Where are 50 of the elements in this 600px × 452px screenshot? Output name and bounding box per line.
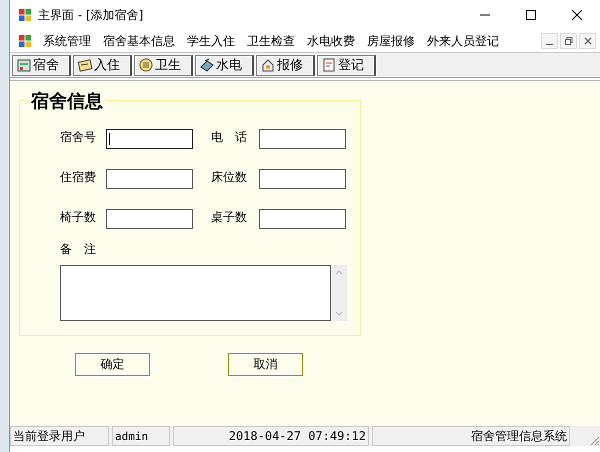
scrollbar[interactable] bbox=[331, 265, 347, 321]
field-label: 桌子数 bbox=[211, 209, 248, 226]
toolbar-button[interactable]: 卫生 bbox=[134, 54, 193, 76]
menu-item[interactable]: 外来人员登记 bbox=[422, 31, 504, 51]
toolbar-button[interactable]: 水电 bbox=[195, 54, 254, 76]
resize-grip-icon[interactable] bbox=[588, 434, 600, 446]
close-icon bbox=[582, 36, 592, 46]
close-icon bbox=[572, 10, 582, 20]
menu-item[interactable]: 卫生检查 bbox=[242, 31, 300, 51]
toolbar-button[interactable]: 宿舍 bbox=[12, 54, 71, 76]
toolbar-button[interactable]: 报修 bbox=[256, 54, 315, 76]
card-icon bbox=[77, 57, 93, 73]
minimize-button[interactable] bbox=[541, 33, 558, 49]
menu-item[interactable]: 水电收费 bbox=[302, 31, 360, 51]
app-icon bbox=[18, 34, 32, 48]
menu-item[interactable]: 学生入住 bbox=[182, 31, 240, 51]
field-label: 宿舍号 bbox=[60, 129, 97, 146]
input-field[interactable] bbox=[106, 169, 193, 189]
input-field[interactable] bbox=[259, 169, 346, 189]
house-icon bbox=[260, 57, 276, 73]
group-title: 宿舍信息 bbox=[28, 89, 106, 113]
dialog-button[interactable]: 确定 bbox=[75, 353, 150, 376]
toolbar-button[interactable]: 登记 bbox=[317, 54, 376, 76]
window-title: 主界面 - [添加宿舍] bbox=[38, 6, 144, 24]
field-label: 床位数 bbox=[211, 169, 248, 186]
dialog-button[interactable]: 取消 bbox=[228, 353, 303, 376]
status-text: admin bbox=[112, 426, 170, 446]
input-field[interactable] bbox=[259, 209, 346, 229]
text-area[interactable] bbox=[60, 265, 331, 321]
field-label: 住宿费 bbox=[60, 169, 97, 186]
field-label: 电 话 bbox=[211, 129, 248, 146]
status-text: 2018-04-27 07:49:12 bbox=[173, 426, 369, 446]
input-field[interactable] bbox=[106, 129, 193, 149]
field-label: 椅子数 bbox=[60, 209, 97, 226]
restore-button[interactable] bbox=[560, 33, 577, 49]
input-field[interactable] bbox=[106, 209, 193, 229]
minimize-icon bbox=[546, 44, 553, 46]
menu-item[interactable]: 房屋报修 bbox=[362, 31, 420, 51]
maximize-icon bbox=[526, 10, 536, 20]
notebook-icon bbox=[16, 57, 32, 73]
app-icon bbox=[18, 8, 32, 22]
clipboard-icon bbox=[321, 57, 337, 73]
field-label: 备 注 bbox=[60, 241, 96, 258]
menu-item[interactable]: 宿舍基本信息 bbox=[98, 31, 180, 51]
input-field[interactable] bbox=[259, 129, 346, 149]
status-text: 当前登录用户 bbox=[10, 426, 109, 446]
toolbar-button[interactable]: 入住 bbox=[73, 54, 132, 76]
menu-item[interactable]: 系统管理 bbox=[38, 31, 96, 51]
restore-icon bbox=[564, 36, 574, 46]
status-text: 宿舍管理信息系统 bbox=[372, 426, 570, 446]
